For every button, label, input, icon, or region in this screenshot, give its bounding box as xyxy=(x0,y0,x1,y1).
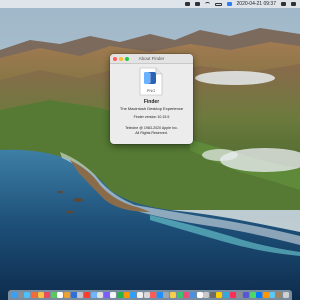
menu-extra-icon[interactable] xyxy=(194,2,200,6)
png-file-icon: PNG xyxy=(139,67,163,96)
dock-app-icon[interactable] xyxy=(123,292,130,298)
dock-app-icon[interactable] xyxy=(183,292,190,298)
dock-app-icon[interactable] xyxy=(57,292,64,298)
rights-line: All Rights Reserved. xyxy=(135,131,168,135)
big-sur-landscape xyxy=(0,0,300,300)
dock-app-icon[interactable] xyxy=(130,292,137,298)
app-tagline: The Macintosh Desktop Experience xyxy=(119,106,184,111)
dock-app-icon[interactable] xyxy=(117,292,123,298)
dock-app-icon[interactable] xyxy=(70,292,77,298)
window-titlebar[interactable]: About Finder xyxy=(110,54,193,64)
dock-app-icon[interactable] xyxy=(83,292,90,298)
dock-app-icon[interactable] xyxy=(50,292,57,298)
menu-bar: 2020-04-21 09:37 xyxy=(0,0,300,8)
spotlight-icon[interactable] xyxy=(281,2,286,6)
app-version: Finder version 10.15.5 xyxy=(133,115,170,119)
dock-app-icon[interactable] xyxy=(170,292,176,298)
dock-app-icon[interactable] xyxy=(282,292,289,298)
desktop-wallpaper xyxy=(0,0,300,300)
dock-app-icon[interactable] xyxy=(110,292,117,298)
dock-app-icon[interactable] xyxy=(103,292,110,298)
dock-app-icon[interactable] xyxy=(156,292,163,298)
menu-clock[interactable]: 2020-04-21 09:37 xyxy=(237,1,276,7)
dock-app-icon[interactable] xyxy=(203,292,210,298)
dock-app-icon[interactable] xyxy=(30,292,37,298)
dock-app-icon[interactable] xyxy=(236,292,243,298)
dock-app-icon[interactable] xyxy=(136,292,143,298)
about-finder-window: About Finder PNG Finder The Macintosh De… xyxy=(110,54,193,144)
dock-app-icon[interactable] xyxy=(216,292,223,298)
dock-app-icon[interactable] xyxy=(44,292,51,298)
app-name: Finder xyxy=(143,99,160,105)
dock-app-icon[interactable] xyxy=(143,292,150,298)
file-type-badge: PNG xyxy=(147,88,156,93)
dock xyxy=(8,290,292,300)
dock-app-icon[interactable] xyxy=(209,292,216,298)
dock-app-icon[interactable] xyxy=(64,292,70,298)
menu-extra-icon[interactable] xyxy=(184,2,190,6)
wifi-icon[interactable] xyxy=(204,2,210,6)
dock-app-icon[interactable] xyxy=(17,292,24,298)
dock-app-icon[interactable] xyxy=(256,292,263,298)
dock-app-icon[interactable] xyxy=(77,292,84,298)
copyright-line: Telecine @ 1983-2020 Apple Inc. xyxy=(125,126,178,130)
dock-app-icon[interactable] xyxy=(189,292,196,298)
dock-app-icon[interactable] xyxy=(97,292,104,298)
dock-app-icon[interactable] xyxy=(242,292,249,298)
dock-app-icon[interactable] xyxy=(163,292,170,298)
dock-app-icon[interactable] xyxy=(229,292,236,298)
menu-extra-icon[interactable] xyxy=(226,2,232,6)
dock-app-icon[interactable] xyxy=(276,292,282,298)
dock-app-icon[interactable] xyxy=(24,292,31,298)
dock-app-icon[interactable] xyxy=(196,292,203,298)
window-title: About Finder xyxy=(138,55,165,61)
dock-app-icon[interactable] xyxy=(37,292,44,298)
dock-app-icon[interactable] xyxy=(11,292,17,298)
dock-app-icon[interactable] xyxy=(262,292,269,298)
dock-app-icon[interactable] xyxy=(223,292,229,298)
dock-app-icon[interactable] xyxy=(176,292,183,298)
dock-app-icon[interactable] xyxy=(269,292,276,298)
control-center-icon[interactable] xyxy=(291,2,296,6)
dock-app-icon[interactable] xyxy=(249,292,256,298)
battery-icon[interactable] xyxy=(214,2,222,6)
dock-app-icon[interactable] xyxy=(90,292,97,298)
dock-app-icon[interactable] xyxy=(150,292,157,298)
